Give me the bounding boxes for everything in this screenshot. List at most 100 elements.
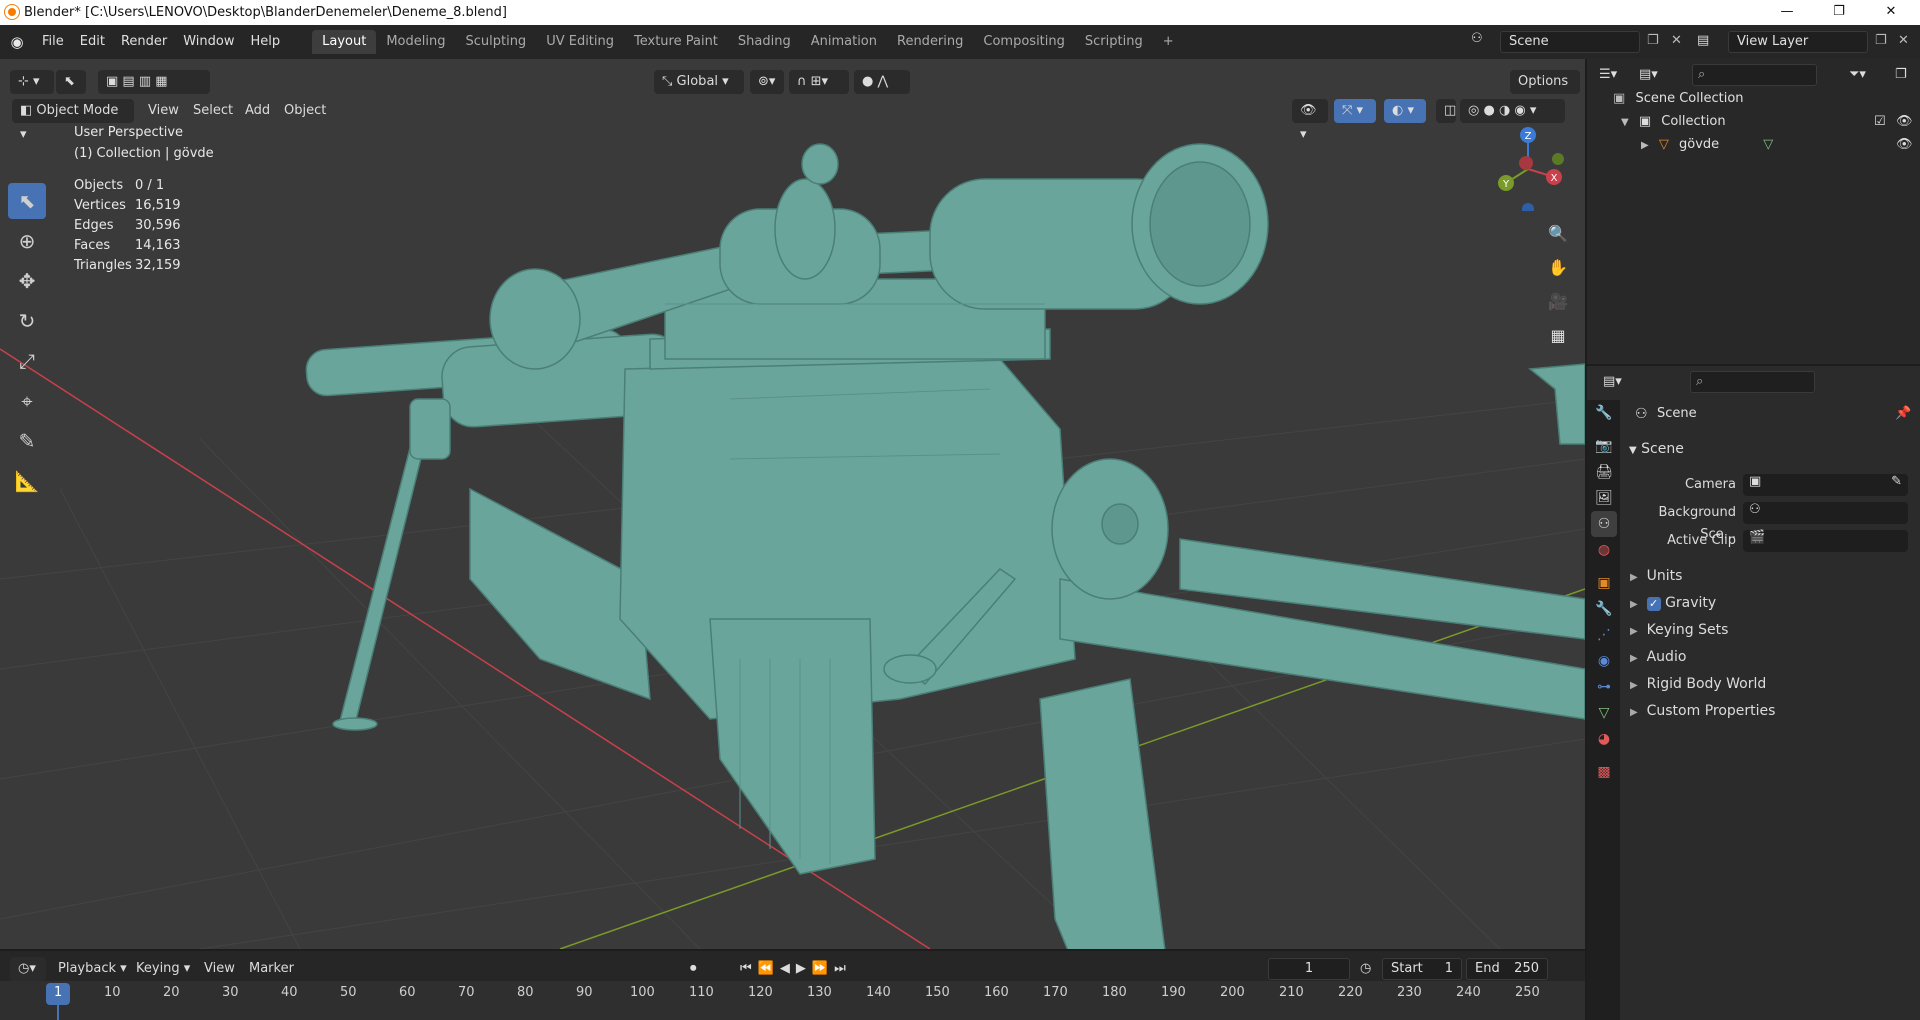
render-tab-icon[interactable]: 📷	[1591, 433, 1617, 459]
menu-add[interactable]: Add	[245, 99, 270, 123]
properties-search-input[interactable]	[1690, 371, 1815, 393]
display-mode-icon[interactable]: ▤▾	[1639, 67, 1658, 82]
pan-hand-icon[interactable]: ✋	[1543, 252, 1573, 282]
select-mode-buttons[interactable]: ▣ ▤ ▥ ▦	[98, 70, 210, 94]
object-visibility-icon[interactable]: 👁	[1896, 133, 1913, 156]
new-view-layer-icon[interactable]: ❐	[1875, 33, 1887, 48]
custom-properties-panel-header[interactable]: ▶ Custom Properties	[1630, 700, 1775, 724]
tab-scripting[interactable]: Scripting	[1075, 30, 1153, 54]
menu-edit[interactable]: Edit	[72, 31, 113, 53]
scene-tab-icon[interactable]: ⚇	[1591, 511, 1617, 537]
timeline-editor-icon[interactable]: ◷▾	[10, 957, 46, 981]
texture-tab-icon[interactable]: ▩	[1591, 759, 1617, 785]
units-panel-header[interactable]: ▶ Units	[1630, 565, 1682, 589]
transform-orientation-dropdown[interactable]: ⤡ Global ▾	[654, 70, 744, 94]
menu-marker[interactable]: Marker	[249, 957, 294, 981]
object-tab-icon[interactable]: ▣	[1591, 570, 1617, 596]
tab-sculpting[interactable]: Sculpting	[455, 30, 536, 54]
delete-view-layer-icon[interactable]: ✕	[1898, 33, 1909, 48]
properties-editor-icon[interactable]: ▤▾	[1603, 374, 1622, 389]
collection-exclude-checkbox[interactable]: ☑	[1874, 110, 1886, 133]
zoom-icon[interactable]: 🔍	[1543, 218, 1573, 248]
visibility-icon[interactable]: 👁▾	[1292, 99, 1328, 142]
scene-selector-icon[interactable]: ⚇	[1471, 31, 1483, 46]
tab-uv-editing[interactable]: UV Editing	[536, 30, 624, 54]
outliner-row-scene-collection[interactable]: ▣ Scene Collection	[1587, 87, 1920, 110]
perspective-grid-icon[interactable]: ▦	[1543, 320, 1573, 350]
physics-tab-icon[interactable]: ◉	[1591, 648, 1617, 674]
new-collection-icon[interactable]: ❐	[1895, 67, 1907, 82]
menu-timeline-view[interactable]: View	[204, 957, 235, 981]
output-tab-icon[interactable]: 🖨	[1591, 459, 1617, 485]
proportional-edit-icon[interactable]: ● ⋀	[854, 70, 910, 94]
select-tool-icon[interactable]: ⬉	[56, 70, 86, 94]
camera-view-icon[interactable]: 🎥	[1543, 286, 1573, 316]
overlay-toggle-icon[interactable]: ◐ ▾	[1384, 99, 1426, 123]
menu-playback[interactable]: Playback ▾	[58, 957, 127, 981]
menu-keying[interactable]: Keying ▾	[136, 957, 190, 981]
view-layer-icon[interactable]: ▤	[1697, 33, 1709, 48]
close-window-button[interactable]: ✕	[1868, 0, 1914, 25]
menu-view[interactable]: View	[148, 99, 179, 123]
menu-file[interactable]: File	[34, 31, 72, 53]
tab-compositing[interactable]: Compositing	[973, 30, 1075, 54]
world-tab-icon[interactable]: ◍	[1591, 537, 1617, 563]
tab-animation[interactable]: Animation	[801, 30, 887, 54]
annotate-tool-icon[interactable]: ✎	[8, 423, 46, 459]
start-frame-field[interactable]: Start 1	[1382, 958, 1462, 980]
add-workspace-button[interactable]: +	[1153, 30, 1184, 54]
tab-texture-paint[interactable]: Texture Paint	[624, 30, 728, 54]
navigation-gizmo[interactable]: Z X Y	[1488, 121, 1568, 211]
audio-panel-header[interactable]: ▶ Audio	[1630, 646, 1686, 670]
scene-panel-header[interactable]: ▼ Scene	[1629, 438, 1684, 462]
preview-range-icon[interactable]: ◷	[1360, 957, 1371, 981]
new-scene-icon[interactable]: ❐	[1647, 33, 1659, 48]
modifier-tab-icon[interactable]: 🔧	[1591, 596, 1617, 622]
menu-help[interactable]: Help	[243, 31, 289, 53]
delete-scene-icon[interactable]: ✕	[1671, 33, 1682, 48]
camera-field[interactable]: ▣ ✎	[1743, 474, 1908, 496]
tab-modeling[interactable]: Modeling	[376, 30, 455, 54]
xray-toggle-icon[interactable]: ◫	[1436, 99, 1456, 123]
playback-controls[interactable]: ⏮⏪◀▶⏩⏭	[740, 957, 852, 981]
rotate-tool-icon[interactable]: ↻	[8, 303, 46, 339]
active-clip-field[interactable]: 🎬	[1743, 530, 1908, 552]
blender-menu-icon[interactable]: ◉	[0, 33, 34, 51]
tab-rendering[interactable]: Rendering	[887, 30, 973, 54]
3d-viewport[interactable]: ⊹ ▾ ⬉ ▣ ▤ ▥ ▦ ⤡ Global ▾ ⊚▾ ∩ ⊞▾ ● ⋀ Opt…	[0, 59, 1585, 949]
snap-icon[interactable]: ∩ ⊞▾	[789, 70, 849, 94]
pin-icon[interactable]: 📌	[1895, 406, 1911, 421]
select-box-tool-icon[interactable]: ⬉	[8, 183, 46, 219]
data-tab-icon[interactable]: ▽	[1591, 700, 1617, 726]
measure-tool-icon[interactable]: 📐	[8, 463, 46, 499]
view-layer-tab-icon[interactable]: 🖼	[1591, 485, 1617, 511]
outliner-search-input[interactable]	[1692, 64, 1817, 86]
object-mode-dropdown[interactable]: ◧ Object Mode ▾	[12, 99, 134, 142]
tab-layout[interactable]: Layout	[312, 30, 377, 54]
eyedropper-icon[interactable]: ✎	[1891, 474, 1902, 489]
keying-sets-panel-header[interactable]: ▶ Keying Sets	[1630, 619, 1728, 643]
end-frame-field[interactable]: End 250	[1466, 958, 1548, 980]
view-layer-field[interactable]: View Layer	[1728, 31, 1868, 53]
menu-object[interactable]: Object	[284, 99, 326, 123]
pivot-point-icon[interactable]: ⊚▾	[750, 70, 784, 94]
cursor-tool-icon[interactable]: ⊕	[8, 223, 46, 259]
editor-type-icon[interactable]: ⊹ ▾	[10, 70, 54, 94]
outliner-row-collection[interactable]: ▼ ▣ Collection ☑ 👁	[1587, 110, 1920, 133]
gravity-panel-header[interactable]: ▶ ✓ Gravity	[1630, 592, 1716, 616]
expand-object-icon[interactable]: ▶	[1641, 140, 1649, 151]
minimize-button[interactable]: —	[1764, 0, 1810, 25]
move-tool-icon[interactable]: ✥	[8, 263, 46, 299]
shading-mode-buttons[interactable]: ◎ ● ◑ ◉ ▾	[1460, 99, 1565, 123]
menu-select[interactable]: Select	[193, 99, 233, 123]
particles-tab-icon[interactable]: ⋰	[1591, 622, 1617, 648]
record-keyframe-icon[interactable]: ⏺	[690, 957, 697, 981]
scene-name-field[interactable]: Scene	[1500, 31, 1640, 53]
tool-tab-icon[interactable]: 🔧	[1591, 400, 1617, 426]
options-dropdown[interactable]: Options ▾	[1510, 70, 1580, 113]
outliner-editor-icon[interactable]: ☰▾	[1599, 67, 1617, 82]
menu-window[interactable]: Window	[175, 31, 242, 53]
collection-visibility-icon[interactable]: 👁	[1896, 110, 1913, 133]
menu-render[interactable]: Render	[113, 31, 175, 53]
rigid-body-panel-header[interactable]: ▶ Rigid Body World	[1630, 673, 1766, 697]
